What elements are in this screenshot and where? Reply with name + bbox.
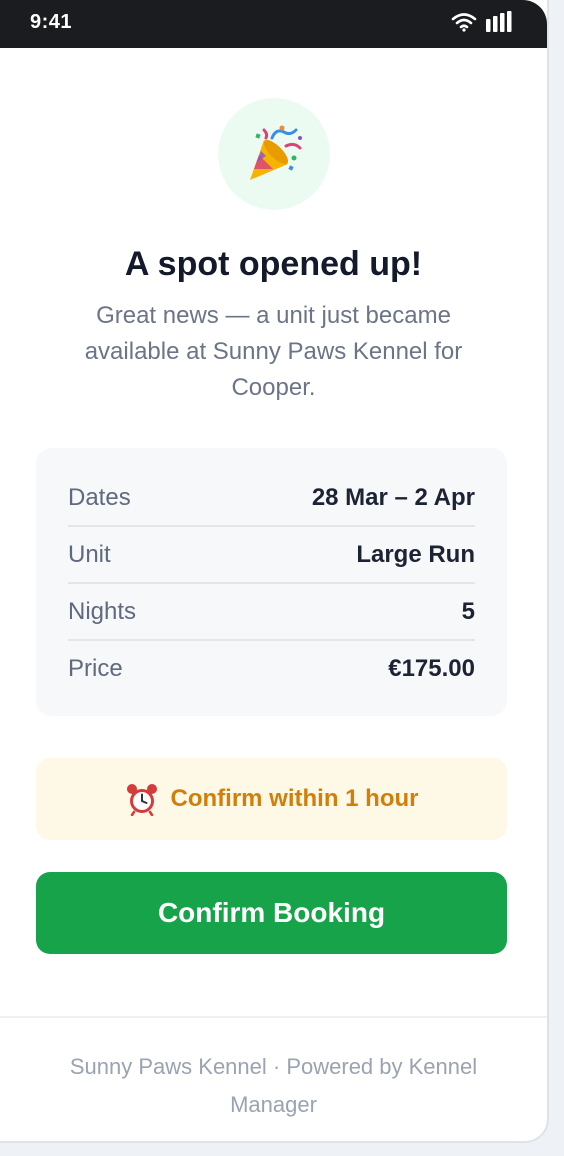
footer-text: Sunny Paws Kennel · Powered by Kennel Ma… bbox=[69, 1054, 478, 1117]
status-time: 9:41 bbox=[30, 10, 73, 33]
detail-value: Large Run bbox=[356, 540, 475, 568]
footer: Sunny Paws Kennel · Powered by Kennel Ma… bbox=[0, 1016, 547, 1124]
detail-value: 5 bbox=[461, 597, 475, 625]
alarm-clock-icon bbox=[126, 784, 157, 816]
alert-text: Confirm within 1 hour bbox=[170, 785, 419, 812]
main-content: A spot opened up! Great news — a unit ju… bbox=[0, 98, 547, 954]
page-title: A spot opened up! bbox=[124, 245, 423, 283]
detail-label: Unit bbox=[68, 540, 111, 568]
detail-row-price: Price €175.00 bbox=[68, 641, 475, 696]
status-icons bbox=[451, 11, 513, 33]
detail-label: Dates bbox=[68, 483, 131, 511]
detail-value: 28 Mar – 2 Apr bbox=[311, 483, 475, 511]
phone-frame: 9:41 A spot opened up! Great news — a un… bbox=[0, 0, 549, 1143]
confirm-deadline-alert: Confirm within 1 hour bbox=[36, 758, 507, 840]
wifi-icon bbox=[451, 13, 477, 32]
detail-row-dates: Dates 28 Mar – 2 Apr bbox=[68, 470, 475, 527]
signal-bars-icon bbox=[486, 11, 512, 32]
party-popper-icon bbox=[249, 125, 302, 180]
detail-value: €175.00 bbox=[388, 654, 475, 682]
page-subtitle: Great news — a unit just became availabl… bbox=[84, 302, 463, 401]
booking-details-card: Dates 28 Mar – 2 Apr Unit Large Run Nigh… bbox=[36, 448, 507, 716]
confirm-booking-button[interactable]: Confirm Booking bbox=[36, 872, 507, 954]
status-bar: 9:41 bbox=[0, 0, 547, 48]
detail-row-nights: Nights 5 bbox=[68, 584, 475, 641]
detail-label: Price bbox=[68, 654, 123, 682]
hero-icon-circle bbox=[217, 98, 330, 210]
detail-label: Nights bbox=[68, 597, 137, 625]
detail-row-unit: Unit Large Run bbox=[68, 527, 475, 584]
